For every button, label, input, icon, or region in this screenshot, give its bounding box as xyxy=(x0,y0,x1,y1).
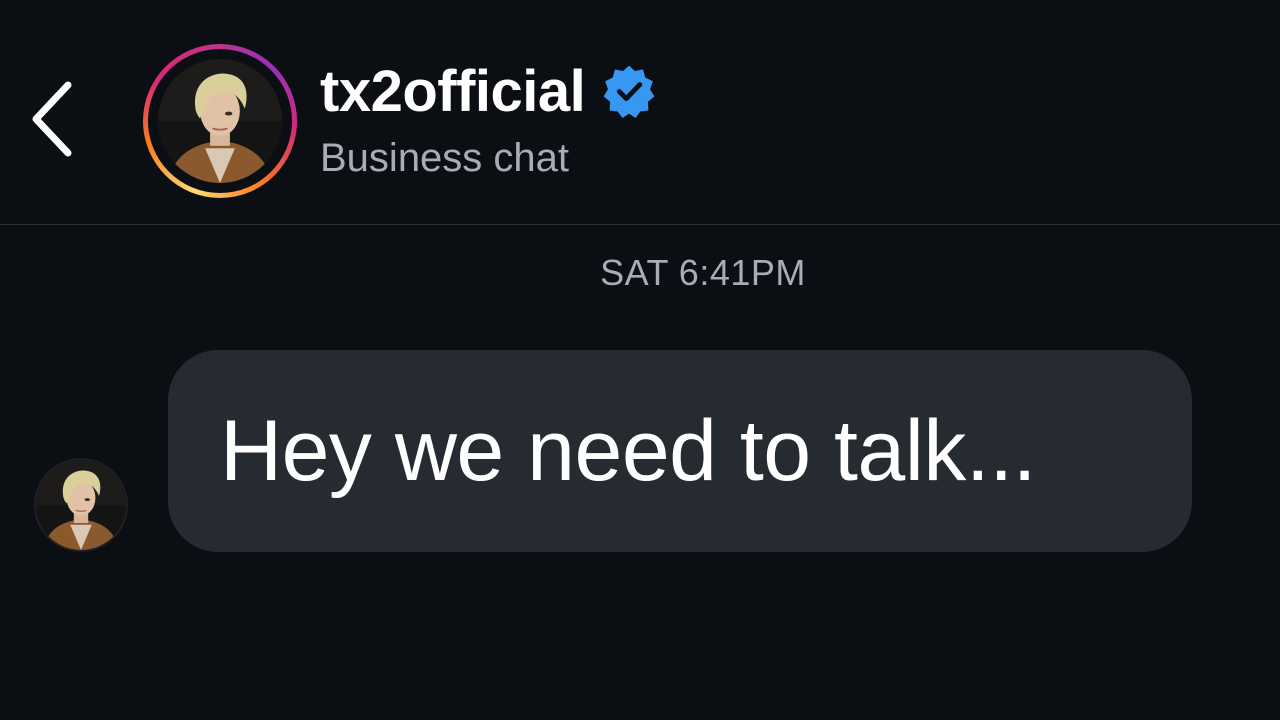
message-text: Hey we need to talk... xyxy=(220,402,1037,499)
avatar xyxy=(158,59,282,183)
story-ring[interactable] xyxy=(143,44,297,198)
message-timestamp: SAT 6:41PM xyxy=(600,252,806,293)
username: tx2official xyxy=(320,58,586,124)
chat-header: tx2official Business chat xyxy=(0,0,1280,225)
profile-name-link[interactable]: tx2official xyxy=(320,56,657,126)
sender-avatar[interactable] xyxy=(34,458,128,552)
chevron-left-icon xyxy=(32,81,72,157)
chat-screen: tx2official Business chat SAT 6:41PM Hey… xyxy=(0,0,1280,720)
chat-type-label: Business chat xyxy=(320,136,570,180)
verified-badge-icon xyxy=(601,63,657,119)
back-button[interactable] xyxy=(18,74,88,164)
message-bubble[interactable]: Hey we need to talk... xyxy=(168,350,1192,552)
